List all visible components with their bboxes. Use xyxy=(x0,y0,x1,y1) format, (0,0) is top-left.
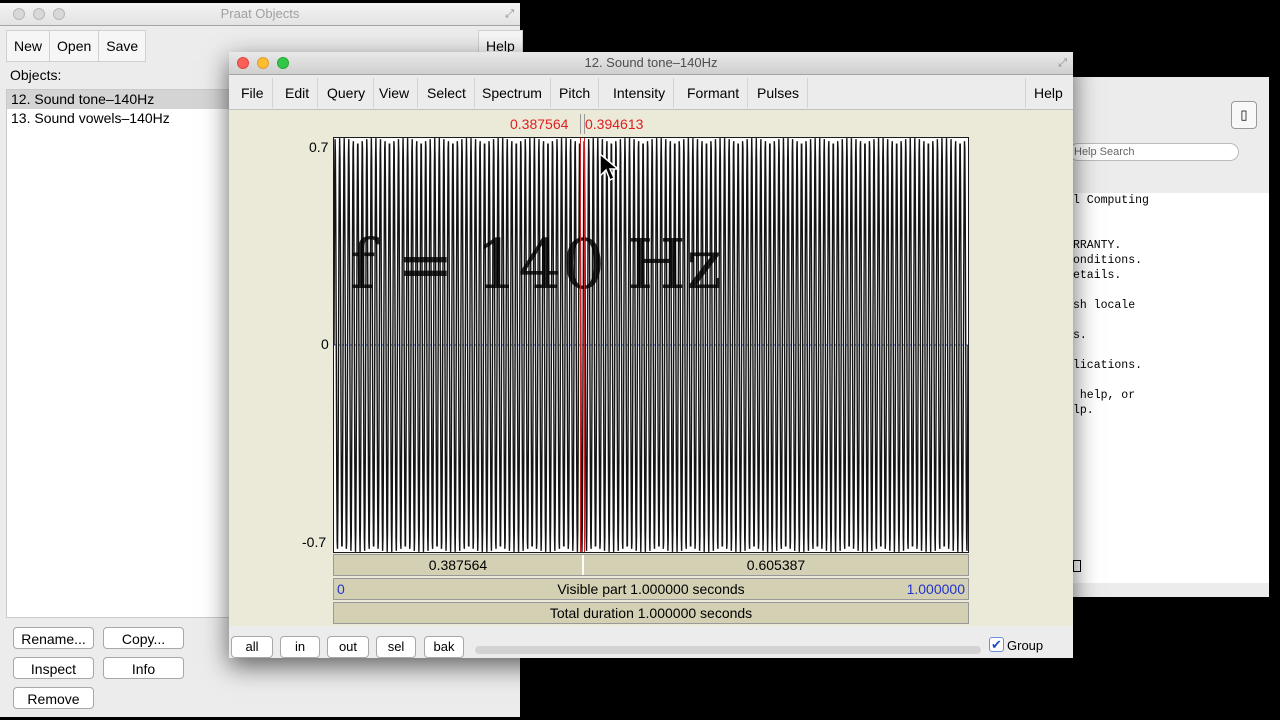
help-line: sh locale xyxy=(1073,299,1136,312)
cursor-left-readout: 0.387564 xyxy=(510,116,569,132)
objects-window-title: Praat Objects xyxy=(220,6,300,21)
toolbar-toggle-icon[interactable]: ▯ xyxy=(1231,101,1257,129)
menu-formant[interactable]: Formant xyxy=(679,78,749,108)
y-tick-zero: 0 xyxy=(321,336,329,352)
help-line xyxy=(1073,313,1269,328)
list-item[interactable]: 12. Sound tone–140Hz xyxy=(7,90,233,109)
help-line: l Computing xyxy=(1073,194,1149,207)
group-label: Group xyxy=(1007,638,1044,653)
menu-select[interactable]: Select xyxy=(419,78,475,108)
sound-titlebar[interactable]: 12. Sound tone–140Hz xyxy=(229,52,1073,75)
remove-button[interactable]: Remove xyxy=(13,687,94,709)
selection-start-line xyxy=(580,138,581,552)
objects-toolbar: New Open Save xyxy=(6,30,147,62)
help-search-placeholder: Help Search xyxy=(1074,146,1135,158)
help-line: onditions. xyxy=(1073,254,1143,267)
total-duration-label: Total duration 1.000000 seconds xyxy=(549,605,753,621)
objects-label: Objects: xyxy=(10,67,62,83)
editor-menubar: File Edit Query View Select Spectrum Pit… xyxy=(229,75,1073,110)
zoom-all-button[interactable]: all xyxy=(231,636,273,658)
horizontal-scrollbar[interactable] xyxy=(475,646,981,654)
help-line: RRANTY. xyxy=(1073,239,1122,252)
menu-file[interactable]: File xyxy=(233,78,273,108)
group-checkbox[interactable]: ✔ xyxy=(989,637,1004,652)
cursor-right-readout: 0.394613 xyxy=(585,116,644,132)
total-duration-bar[interactable]: Total duration 1.000000 seconds xyxy=(333,602,969,624)
zoom-back-button[interactable]: bak xyxy=(424,636,464,658)
menu-spectrum[interactable]: Spectrum xyxy=(474,78,551,108)
selection-marker xyxy=(580,114,585,134)
y-tick-max: 0.7 xyxy=(309,139,329,155)
zoom-out-button[interactable]: out xyxy=(327,636,369,658)
objects-list[interactable]: 12. Sound tone–140Hz 13. Sound vowels–14… xyxy=(6,89,234,618)
waveform-plot[interactable]: f = 140 Hz xyxy=(333,137,969,553)
help-line: lications. xyxy=(1073,359,1143,372)
close-window-button[interactable] xyxy=(237,57,249,69)
fullscreen-icon[interactable]: ⤢ xyxy=(1058,57,1067,69)
selection-end-line xyxy=(584,138,585,552)
help-line: lp. xyxy=(1073,404,1094,417)
inspect-button[interactable]: Inspect xyxy=(13,657,94,679)
minimize-window-button[interactable] xyxy=(33,8,45,20)
info-button[interactable]: Info xyxy=(103,657,184,679)
close-window-button[interactable] xyxy=(13,8,25,20)
help-line xyxy=(1073,208,1269,223)
menu-help[interactable]: Help xyxy=(1025,78,1071,108)
help-line xyxy=(1073,343,1269,358)
selection-left-value: 0.387564 xyxy=(428,557,488,573)
fullscreen-icon[interactable]: ⤢ xyxy=(505,8,514,20)
help-line: help, or xyxy=(1073,389,1136,402)
menu-pitch[interactable]: Pitch xyxy=(551,78,600,108)
copy-button[interactable]: Copy... xyxy=(103,627,184,649)
minimize-window-button[interactable] xyxy=(257,57,269,69)
menu-view[interactable]: View xyxy=(371,78,419,108)
zoom-window-button[interactable] xyxy=(53,8,65,20)
objects-titlebar[interactable]: Praat Objects xyxy=(0,3,520,26)
frequency-annotation: f = 140 Hz xyxy=(350,226,722,305)
help-line xyxy=(1073,283,1269,298)
help-line: s. xyxy=(1073,329,1087,342)
arrow-cursor-icon xyxy=(599,152,621,182)
help-line xyxy=(1073,373,1269,388)
open-menu-button[interactable]: Open xyxy=(50,30,100,62)
help-window: ▯ Help Search l Computing RRANTY. onditi… xyxy=(1069,77,1269,597)
save-menu-button[interactable]: Save xyxy=(99,30,147,62)
menu-pulses[interactable]: Pulses xyxy=(749,78,809,108)
visible-part-label: Visible part 1.000000 seconds xyxy=(557,581,745,597)
menu-edit[interactable]: Edit xyxy=(277,78,319,108)
help-line: etails. xyxy=(1073,269,1122,282)
menu-query[interactable]: Query xyxy=(319,78,375,108)
menu-intensity[interactable]: Intensity xyxy=(605,78,675,108)
text-cursor-box-icon xyxy=(1073,560,1081,572)
help-text-area: l Computing RRANTY. onditions. etails. s… xyxy=(1073,193,1269,583)
sound-drawing-area[interactable]: 0.387564 0.394613 0.7 0 -0.7 f = 140 Hz … xyxy=(229,110,1073,626)
y-tick-min: -0.7 xyxy=(302,534,327,550)
selection-left-segment[interactable]: 0.387564 xyxy=(334,555,584,575)
visible-part-bar[interactable]: 0 Visible part 1.000000 seconds 1.000000 xyxy=(333,578,969,600)
sound-editor-window: 12. Sound tone–140Hz ⤢ File Edit Query V… xyxy=(229,52,1073,658)
zoom-window-button[interactable] xyxy=(277,57,289,69)
sound-window-title: 12. Sound tone–140Hz xyxy=(584,55,718,70)
selection-bar[interactable]: 0.387564 0.605387 xyxy=(333,554,969,576)
selection-right-value: 0.605387 xyxy=(746,557,806,573)
help-line xyxy=(1073,223,1269,238)
visible-end-value: 1.000000 xyxy=(906,581,965,597)
waveform-line xyxy=(334,138,968,552)
waveform-svg xyxy=(334,138,968,552)
list-item[interactable]: 13. Sound vowels–140Hz xyxy=(7,109,233,128)
zoom-in-button[interactable]: in xyxy=(280,636,320,658)
help-search-input[interactable]: Help Search xyxy=(1069,143,1239,161)
selection-right-segment[interactable]: 0.605387 xyxy=(584,555,968,575)
new-menu-button[interactable]: New xyxy=(6,30,51,62)
zoom-selection-button[interactable]: sel xyxy=(376,636,416,658)
rename-button[interactable]: Rename... xyxy=(13,627,94,649)
waveform-group xyxy=(334,138,968,552)
